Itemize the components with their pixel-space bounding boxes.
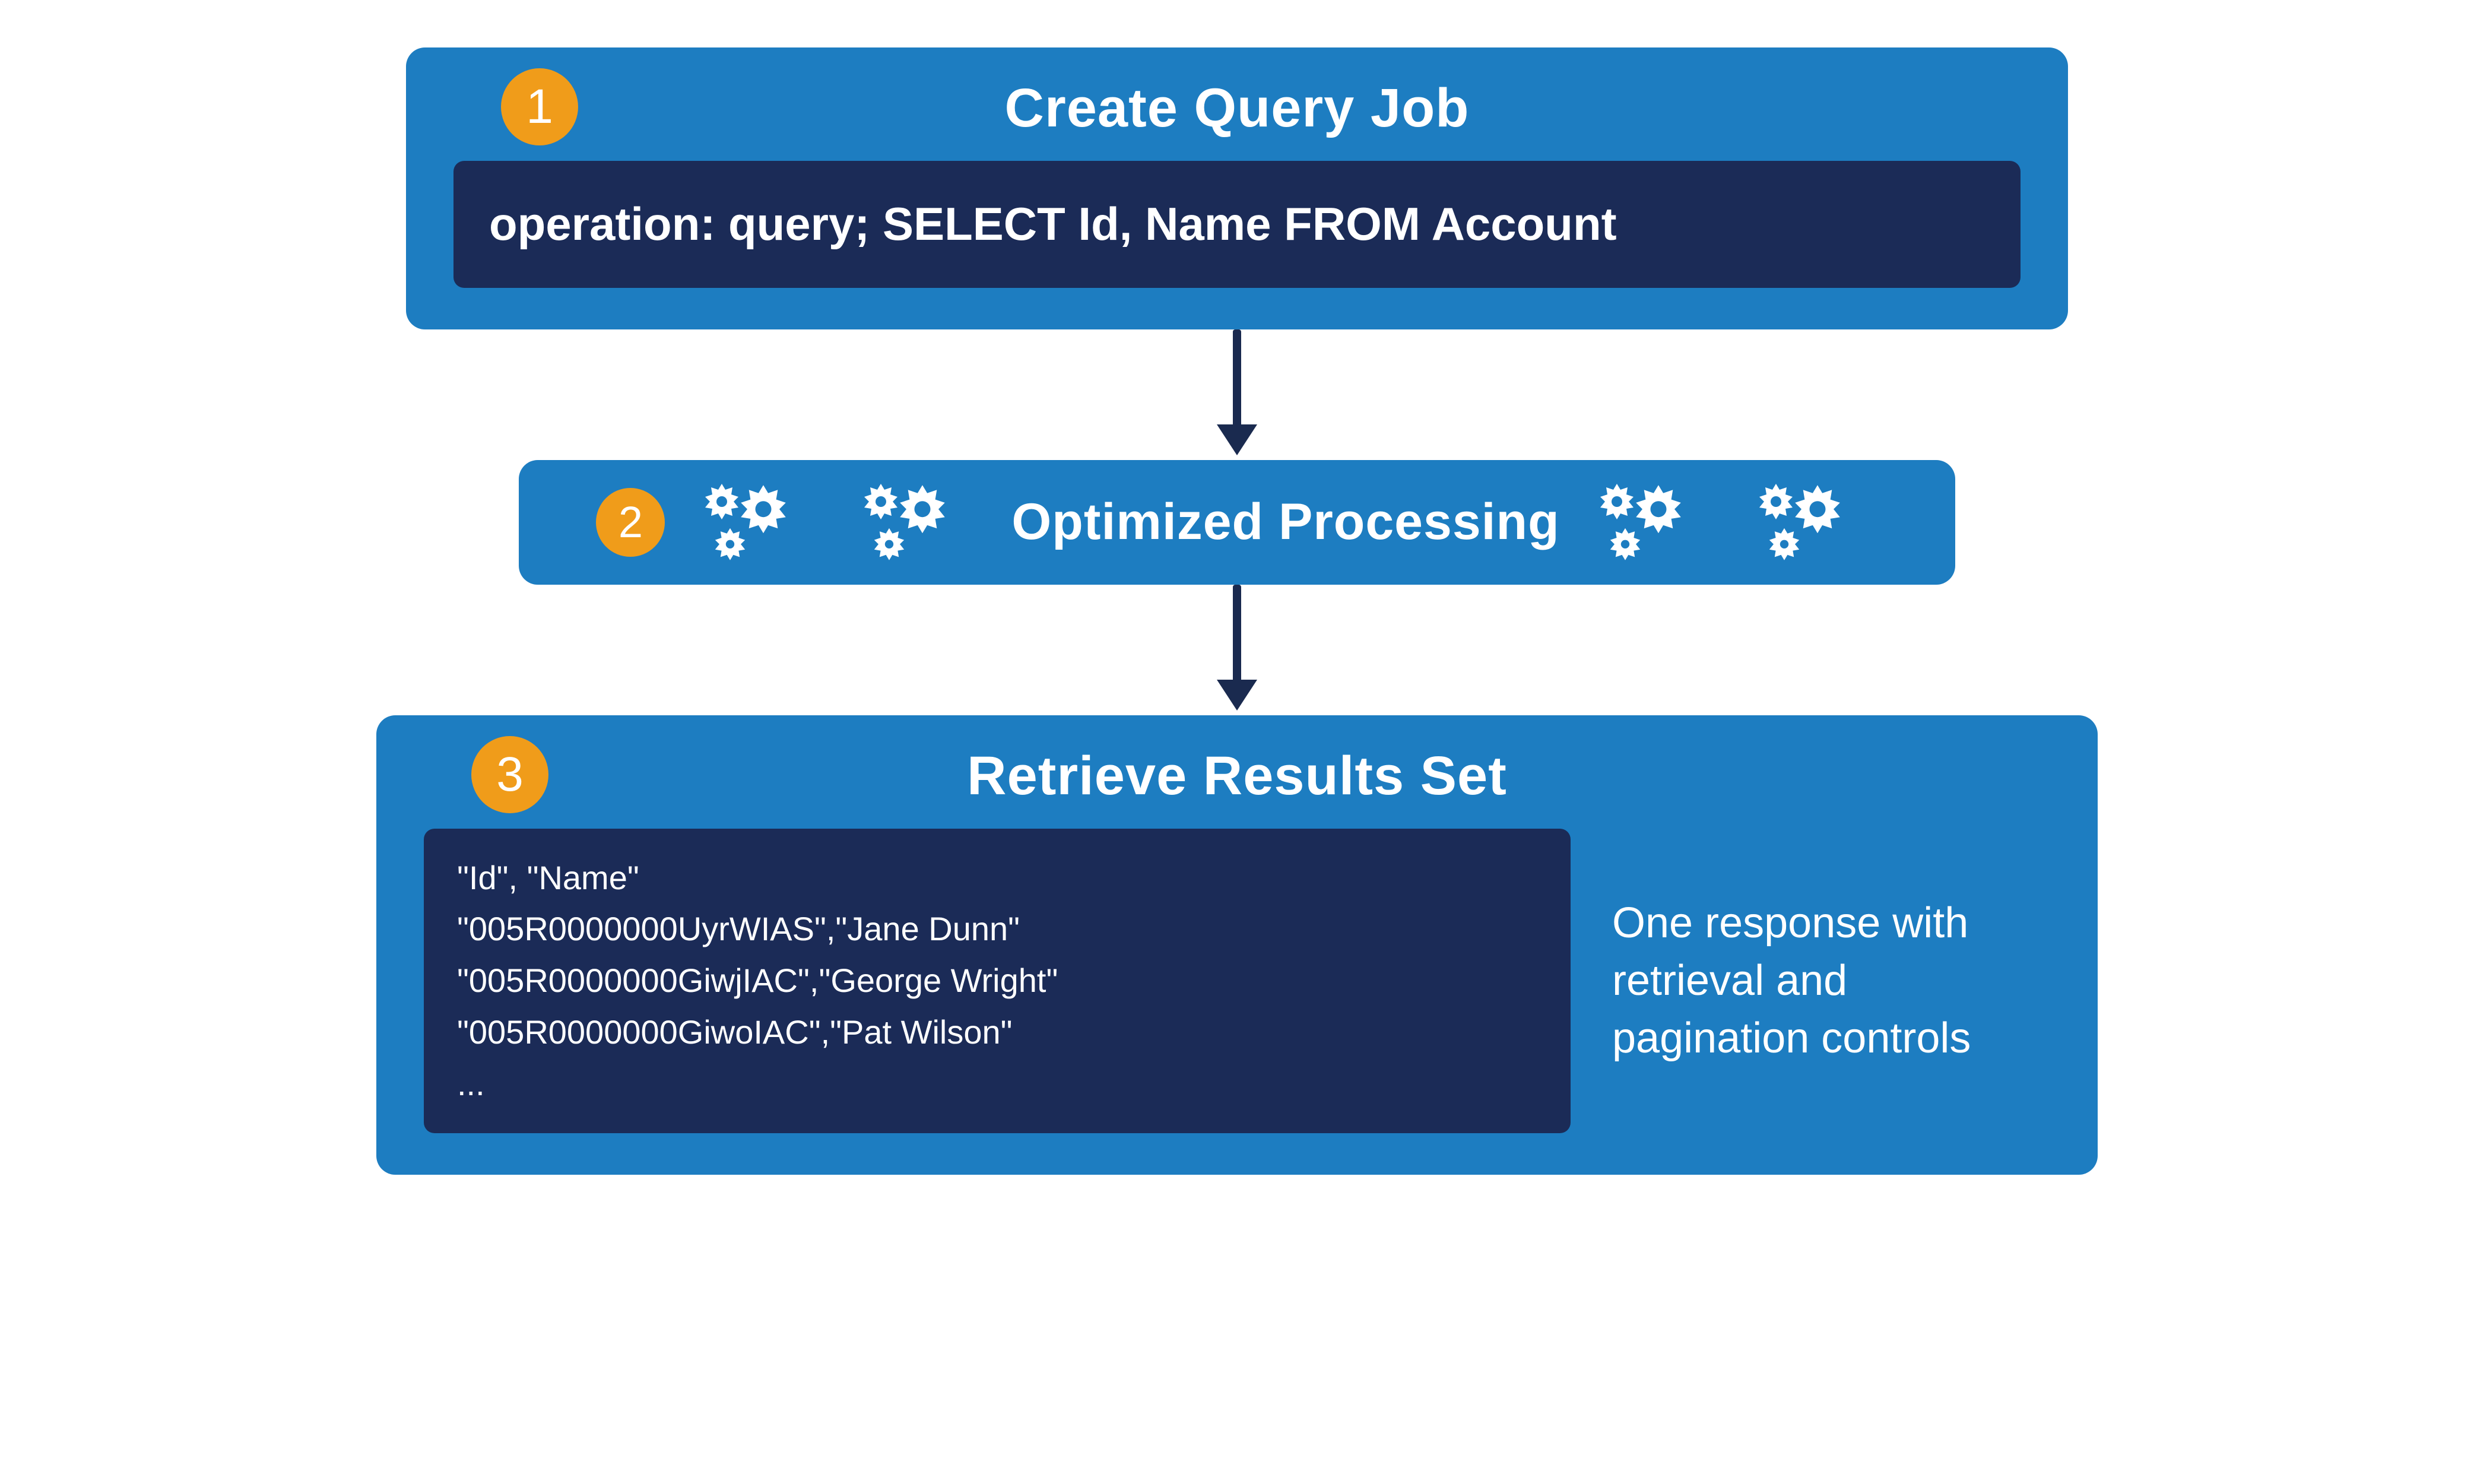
step3-badge: 3: [471, 736, 548, 813]
step1-title: Create Query Job: [453, 77, 2021, 139]
step1-code: operation: query; SELECT Id, Name FROM A…: [453, 161, 2021, 288]
step2-title: Optimized Processing: [1011, 493, 1559, 551]
step2-number: 2: [618, 500, 643, 544]
step2-badge: 2: [596, 488, 665, 557]
gears-icon: [693, 478, 824, 567]
step1-panel: 1 Create Query Job operation: query; SEL…: [406, 47, 2068, 329]
step2-panel: 2: [519, 460, 1955, 585]
gears-icon: [1588, 478, 1719, 567]
step3-results: "Id", "Name" "005R0000000UyrWIAS","Jane …: [424, 829, 1571, 1134]
step3-number: 3: [496, 750, 524, 799]
step3-panel: 3 Retrieve Results Set "Id", "Name" "005…: [376, 715, 2098, 1175]
gears-icon: [1747, 478, 1878, 567]
step3-title: Retrieve Results Set: [424, 745, 2050, 807]
step1-badge: 1: [501, 68, 578, 145]
diagram-stage: 1 Create Query Job operation: query; SEL…: [0, 0, 2474, 1484]
gears-icon: [852, 478, 983, 567]
step3-note: One response with retrieval and paginati…: [1612, 829, 2050, 1134]
step1-number: 1: [526, 83, 553, 131]
